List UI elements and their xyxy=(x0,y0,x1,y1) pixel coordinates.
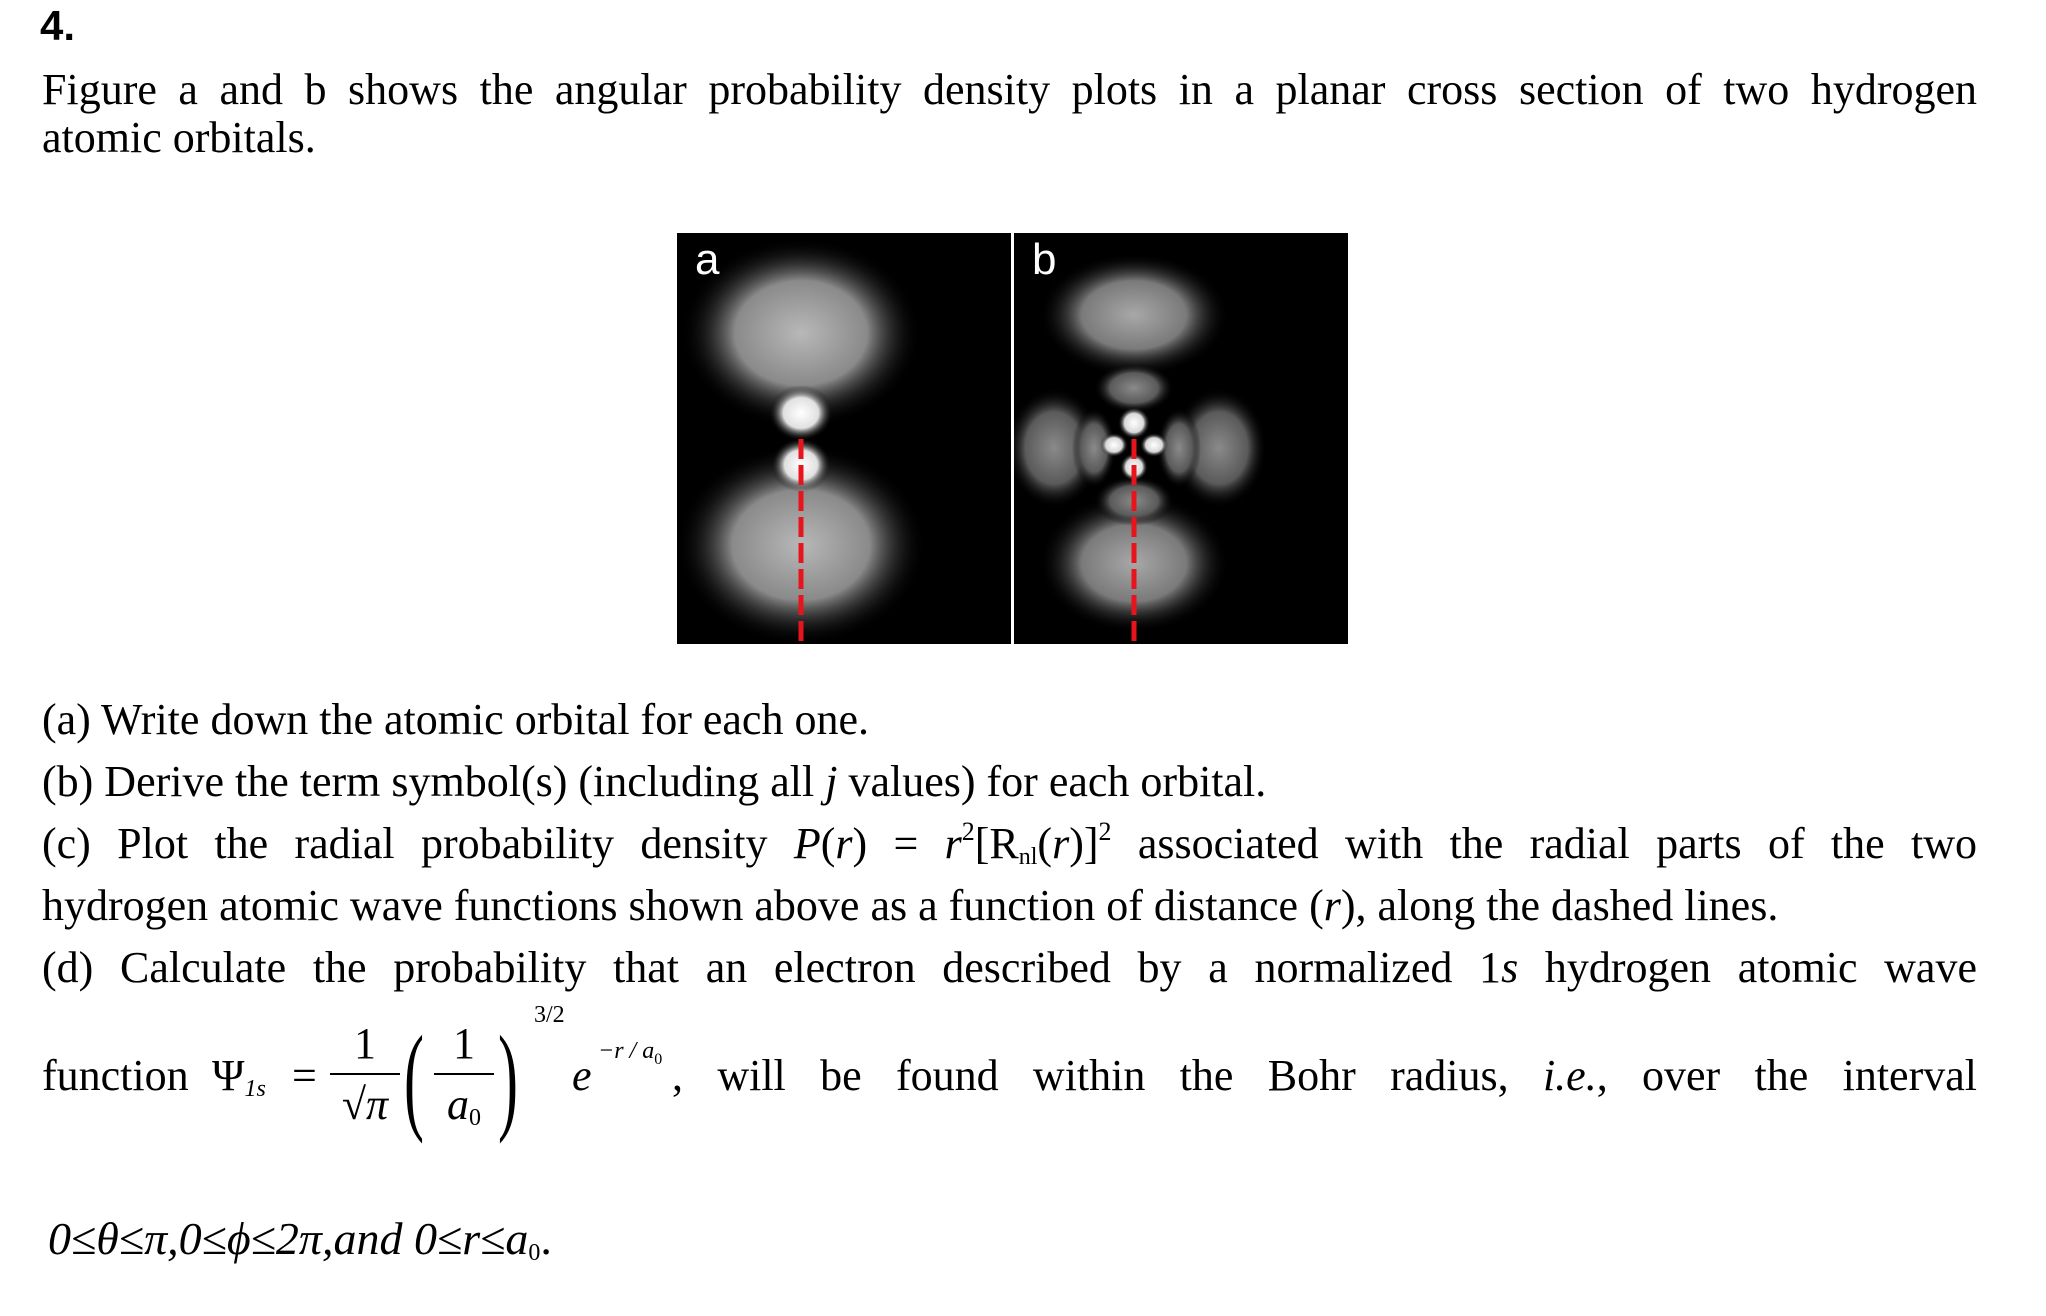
orbital-figure: a b xyxy=(677,233,1348,644)
part-d-text: (d) Calculate the probability that an el… xyxy=(42,943,1977,992)
question-intro-continued: atomic orbitals. xyxy=(42,113,316,162)
orbital-panel-b: b xyxy=(1014,233,1348,644)
fraction-one-over-root-pi: 1 √π xyxy=(330,1018,400,1130)
core-left xyxy=(1100,433,1128,457)
panel-label-b: b xyxy=(1032,235,1057,284)
outer-lobe-top xyxy=(1039,253,1229,377)
fraction-one-over-a0: 1 a0 xyxy=(434,1018,494,1130)
inner-lobe-upper xyxy=(769,385,833,441)
part-c-text-continued: hydrogen atomic wave functions shown abo… xyxy=(42,881,1779,930)
question-number: 4. xyxy=(40,2,76,49)
part-d-text-continued: , will be found within the Bohr radius, … xyxy=(672,1051,1977,1100)
orbital-panel-a: a xyxy=(677,233,1011,644)
part-c-text: (c) Plot the radial probability density … xyxy=(42,817,1977,870)
part-b-text: (b) Derive the term symbol(s) (including… xyxy=(42,757,1267,806)
core-top xyxy=(1118,407,1150,439)
question-intro: Figure a and b shows the angular probabi… xyxy=(42,65,1977,114)
power-three-halves: 3/2 xyxy=(534,1002,565,1028)
orbital-density-plot-a xyxy=(677,238,926,644)
wavefunction-formula: function Ψ1s = 1 √π ( 1 a0 ) 3/2 e −r / … xyxy=(42,1002,1977,1144)
exponent: −r / a0 xyxy=(598,1038,663,1068)
integration-interval: 0≤θ≤π,0≤ϕ≤2π,and 0≤r≤a0. xyxy=(48,1213,552,1266)
psi-symbol: Ψ1s xyxy=(212,1051,266,1102)
panel-label-a: a xyxy=(695,235,720,284)
mid-lobe-top xyxy=(1094,363,1174,413)
core-right xyxy=(1140,433,1168,457)
orbital-density-plot-b xyxy=(1014,253,1267,644)
part-a-text: (a) Write down the atomic orbital for ea… xyxy=(42,695,869,744)
